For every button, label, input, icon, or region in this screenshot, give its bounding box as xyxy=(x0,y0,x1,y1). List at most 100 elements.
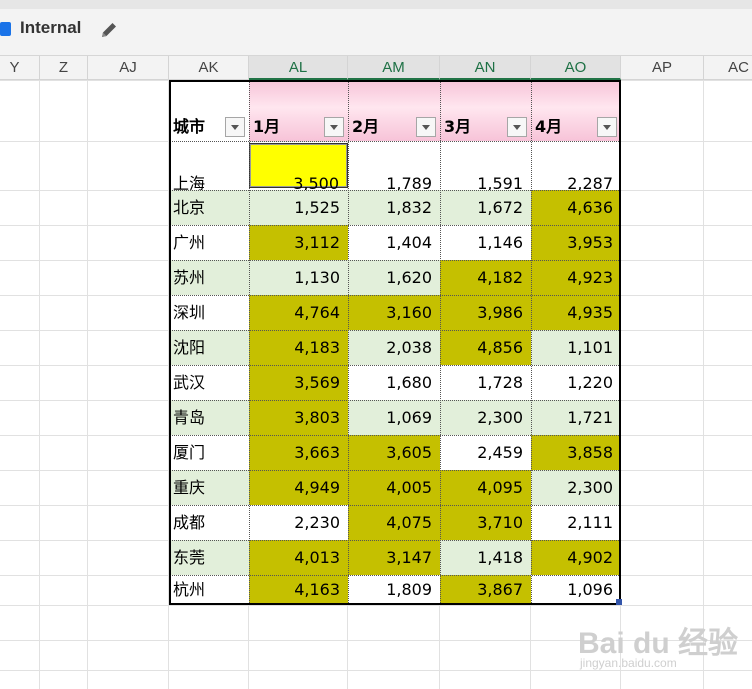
table-row-divider xyxy=(169,141,621,142)
value-cell[interactable]: 4,182 xyxy=(440,260,531,295)
value-cell[interactable]: 2,111 xyxy=(531,505,621,540)
value-cell[interactable]: 3,663 xyxy=(249,435,348,470)
value-cell[interactable]: 4,075 xyxy=(348,505,440,540)
value-cell[interactable]: 3,605 xyxy=(348,435,440,470)
column-header-am[interactable]: AM xyxy=(348,56,440,80)
value-cell[interactable]: 1,096 xyxy=(531,575,621,605)
table-resize-handle[interactable] xyxy=(616,599,622,605)
value-cell[interactable]: 2,038 xyxy=(348,330,440,365)
table-header-cell[interactable]: 1月 xyxy=(249,80,348,141)
table-header-label: 3月 xyxy=(444,117,472,136)
value-cell[interactable]: 3,160 xyxy=(348,295,440,330)
city-cell[interactable]: 杭州 xyxy=(169,575,249,605)
filter-dropdown-icon[interactable] xyxy=(597,117,617,137)
value-cell[interactable]: 3,710 xyxy=(440,505,531,540)
table-column-divider xyxy=(348,80,349,605)
value-cell[interactable]: 2,287 xyxy=(531,141,621,193)
pencil-icon[interactable] xyxy=(98,19,120,41)
value-cell[interactable]: 2,300 xyxy=(531,470,621,505)
table-row-divider xyxy=(169,225,621,226)
value-cell[interactable]: 2,300 xyxy=(440,400,531,435)
value-cell[interactable]: 4,935 xyxy=(531,295,621,330)
value-cell[interactable]: 1,101 xyxy=(531,330,621,365)
city-cell[interactable]: 沈阳 xyxy=(169,330,249,365)
value-cell[interactable]: 4,856 xyxy=(440,330,531,365)
column-header-aj[interactable]: AJ xyxy=(88,56,169,80)
value-cell[interactable]: 1,832 xyxy=(348,190,440,225)
value-cell[interactable]: 1,728 xyxy=(440,365,531,400)
city-cell[interactable]: 成都 xyxy=(169,505,249,540)
value-cell[interactable]: 1,069 xyxy=(348,400,440,435)
column-header-an[interactable]: AN xyxy=(440,56,531,80)
city-cell[interactable]: 厦门 xyxy=(169,435,249,470)
filter-dropdown-icon[interactable] xyxy=(416,117,436,137)
value-cell[interactable]: 4,183 xyxy=(249,330,348,365)
table-header-cell[interactable]: 2月 xyxy=(348,80,440,141)
city-cell[interactable]: 苏州 xyxy=(169,260,249,295)
value-cell[interactable]: 3,867 xyxy=(440,575,531,605)
value-cell[interactable]: 1,672 xyxy=(440,190,531,225)
value-cell[interactable]: 1,789 xyxy=(348,141,440,193)
column-header-z[interactable]: Z xyxy=(40,56,88,80)
city-cell[interactable]: 深圳 xyxy=(169,295,249,330)
table-row-divider xyxy=(169,505,621,506)
value-cell[interactable]: 3,986 xyxy=(440,295,531,330)
city-cell[interactable]: 重庆 xyxy=(169,470,249,505)
city-cell[interactable]: 武汉 xyxy=(169,365,249,400)
value-cell[interactable]: 4,764 xyxy=(249,295,348,330)
grid-column-line xyxy=(703,80,704,689)
value-cell[interactable]: 3,858 xyxy=(531,435,621,470)
value-cell[interactable]: 3,803 xyxy=(249,400,348,435)
column-header-ao[interactable]: AO xyxy=(531,56,621,80)
filter-dropdown-icon[interactable] xyxy=(324,117,344,137)
city-cell[interactable]: 青岛 xyxy=(169,400,249,435)
city-cell[interactable]: 北京 xyxy=(169,190,249,225)
value-cell[interactable]: 4,163 xyxy=(249,575,348,605)
sensitivity-label[interactable]: Internal xyxy=(20,18,81,38)
value-cell[interactable]: 1,809 xyxy=(348,575,440,605)
city-cell[interactable]: 广州 xyxy=(169,225,249,260)
value-cell[interactable]: 1,220 xyxy=(531,365,621,400)
value-cell[interactable]: 1,680 xyxy=(348,365,440,400)
grid-row-line xyxy=(0,605,752,606)
table-header-cell[interactable]: 3月 xyxy=(440,80,531,141)
table-header-cell[interactable]: 城市 xyxy=(169,80,249,141)
value-cell[interactable]: 2,230 xyxy=(249,505,348,540)
column-header-y[interactable]: Y xyxy=(0,56,40,80)
city-cell[interactable]: 上海 xyxy=(169,141,249,193)
table-header-label: 1月 xyxy=(253,117,281,136)
value-cell[interactable]: 1,404 xyxy=(348,225,440,260)
value-cell[interactable]: 4,636 xyxy=(531,190,621,225)
table-column-divider xyxy=(440,80,441,605)
value-cell[interactable]: 1,525 xyxy=(249,190,348,225)
value-cell[interactable]: 4,095 xyxy=(440,470,531,505)
table-row-divider xyxy=(169,435,621,436)
value-cell[interactable]: 3,147 xyxy=(348,540,440,575)
value-cell[interactable]: 1,130 xyxy=(249,260,348,295)
value-cell[interactable]: 3,500 xyxy=(249,143,348,193)
value-cell[interactable]: 1,418 xyxy=(440,540,531,575)
column-header-ak[interactable]: AK xyxy=(169,56,249,80)
value-cell[interactable]: 1,146 xyxy=(440,225,531,260)
column-header-al[interactable]: AL xyxy=(249,56,348,80)
filter-dropdown-icon[interactable] xyxy=(507,117,527,137)
value-cell[interactable]: 3,112 xyxy=(249,225,348,260)
value-cell[interactable]: 4,005 xyxy=(348,470,440,505)
city-cell[interactable]: 东莞 xyxy=(169,540,249,575)
value-cell[interactable]: 3,569 xyxy=(249,365,348,400)
table-header-cell[interactable]: 4月 xyxy=(531,80,621,141)
filter-dropdown-icon[interactable] xyxy=(225,117,245,137)
value-cell[interactable]: 4,949 xyxy=(249,470,348,505)
value-cell[interactable]: 4,902 xyxy=(531,540,621,575)
value-cell[interactable]: 1,721 xyxy=(531,400,621,435)
column-header-ac[interactable]: AC xyxy=(704,56,752,80)
table-row-divider xyxy=(169,365,621,366)
value-cell[interactable]: 1,620 xyxy=(348,260,440,295)
value-cell[interactable]: 4,923 xyxy=(531,260,621,295)
value-cell[interactable]: 2,459 xyxy=(440,435,531,470)
value-cell[interactable]: 4,013 xyxy=(249,540,348,575)
value-cell[interactable]: 1,591 xyxy=(440,141,531,193)
value-cell[interactable]: 3,953 xyxy=(531,225,621,260)
top-toolbar: Internal xyxy=(0,0,752,56)
column-header-ap[interactable]: AP xyxy=(621,56,704,80)
